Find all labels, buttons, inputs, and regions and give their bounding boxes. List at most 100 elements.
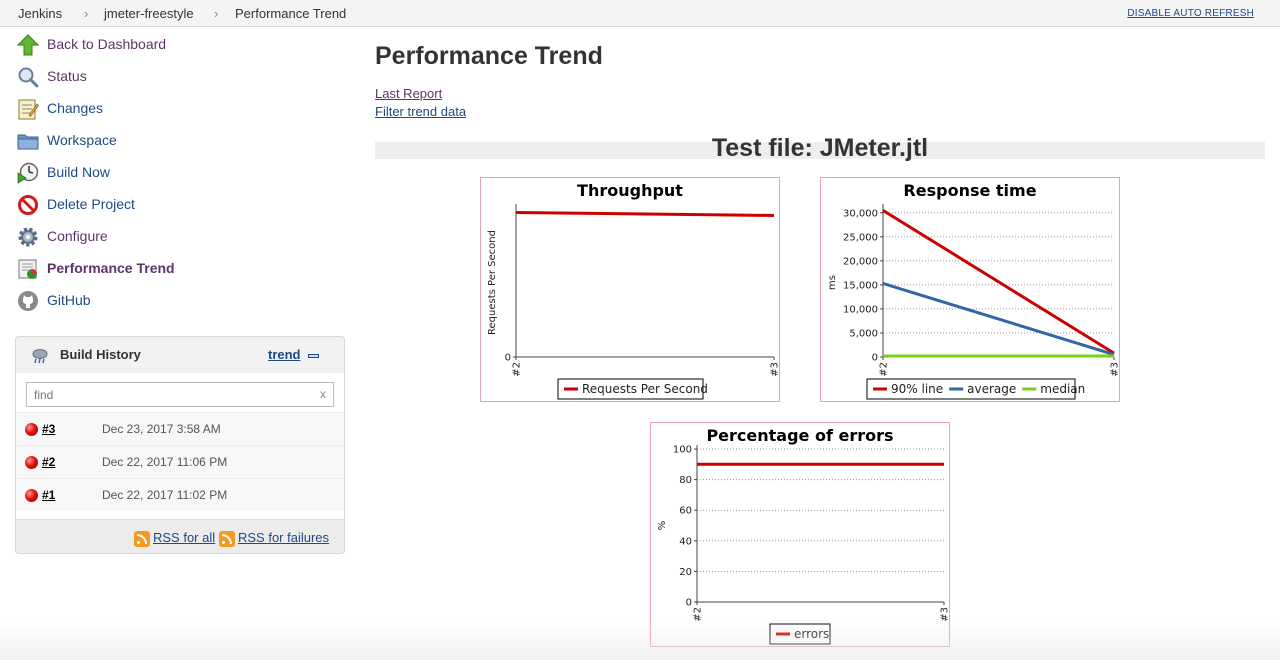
build-date[interactable]: Dec 22, 2017 11:02 PM bbox=[102, 488, 227, 502]
task-status[interactable]: Status bbox=[17, 64, 337, 90]
task-label: Performance Trend bbox=[47, 260, 175, 276]
failed-build-ball-icon bbox=[25, 423, 38, 436]
x-tick-label: #2 bbox=[693, 607, 704, 622]
rss-icon[interactable] bbox=[219, 531, 235, 547]
task-label: Status bbox=[47, 68, 87, 84]
task-back-to-dashboard[interactable]: Back to Dashboard bbox=[16, 32, 337, 58]
failed-build-ball-icon bbox=[25, 456, 38, 469]
task-github[interactable]: GitHub bbox=[17, 288, 337, 314]
build-link[interactable]: #2 bbox=[42, 455, 55, 469]
no-entry-icon bbox=[17, 194, 39, 216]
task-label: Workspace bbox=[47, 132, 117, 148]
build-link[interactable]: #3 bbox=[42, 422, 55, 436]
x-tick-label: #2 bbox=[512, 362, 523, 377]
y-axis-label: % bbox=[657, 521, 668, 531]
legend-label: median bbox=[1040, 382, 1085, 396]
disable-auto-refresh-link[interactable]: DISABLE AUTO REFRESH bbox=[1127, 8, 1254, 19]
throughput-chart[interactable]: Throughput 0 #2 #3 Requests Per Second Reques… bbox=[480, 177, 780, 402]
chart-title: Throughput bbox=[577, 181, 683, 200]
build-date[interactable]: Dec 23, 2017 3:58 AM bbox=[102, 422, 221, 436]
notepad-icon bbox=[17, 98, 39, 120]
build-history-title: Build History bbox=[60, 347, 141, 362]
y-tick-label: 40 bbox=[679, 536, 692, 547]
task-changes[interactable]: Changes bbox=[17, 96, 337, 122]
github-icon bbox=[17, 290, 39, 312]
build-history-panel: Build History trend x #3 Dec 23, 2017 3:… bbox=[15, 336, 345, 554]
task-workspace[interactable]: Workspace bbox=[17, 128, 337, 154]
y-axis-label: ms bbox=[827, 275, 838, 290]
y-tick-label: 30,000 bbox=[843, 208, 878, 219]
series-line-1 bbox=[882, 209, 1115, 355]
x-tick-label: #3 bbox=[940, 607, 950, 622]
errors-chart-svg: Percentage of errors 0 20 40 60 80 100 #2 #3% err… bbox=[657, 426, 950, 645]
x-tick-label: #3 bbox=[770, 362, 780, 377]
build-link[interactable]: #1 bbox=[42, 488, 55, 502]
breadcrumb-separator: › bbox=[84, 6, 89, 21]
filter-trend-data-link[interactable]: Filter trend data bbox=[375, 104, 466, 119]
task-label: GitHub bbox=[47, 292, 91, 308]
y-tick-label: 60 bbox=[679, 506, 692, 517]
legend-label: 90% line bbox=[891, 382, 943, 396]
task-label: Delete Project bbox=[47, 196, 135, 212]
build-row: #3 Dec 23, 2017 3:58 AM bbox=[16, 412, 344, 445]
performance-chart-icon bbox=[17, 258, 39, 280]
task-configure[interactable]: Configure bbox=[17, 224, 337, 250]
rss-icon[interactable] bbox=[134, 531, 150, 547]
y-tick-label: 5,000 bbox=[849, 328, 878, 339]
task-label: Changes bbox=[47, 100, 104, 116]
legend-label: Requests Per Second bbox=[582, 382, 708, 396]
task-label: Back to Dashboard bbox=[47, 36, 167, 52]
errors-chart[interactable]: Percentage of errors 0 20 40 60 80 100 #2 #3% err… bbox=[650, 422, 950, 647]
chart-title: Percentage of errors bbox=[706, 426, 893, 445]
build-history-footer: RSS for all RSS for failures bbox=[16, 519, 344, 553]
y-tick-label: 80 bbox=[679, 475, 692, 486]
rss-failures-link[interactable]: RSS for failures bbox=[238, 530, 329, 545]
legend-label: average bbox=[967, 382, 1016, 396]
task-delete-project[interactable]: Delete Project bbox=[17, 192, 337, 218]
build-history-trend-link[interactable]: trend bbox=[268, 347, 301, 362]
y-axis-label: Requests Per Second bbox=[487, 230, 498, 335]
build-history-header: Build History trend bbox=[16, 337, 344, 373]
test-file-title: Test file: JMeter.jtl bbox=[711, 134, 929, 162]
clock-play-icon bbox=[17, 162, 39, 184]
x-tick-label: #2 bbox=[879, 362, 890, 377]
breadcrumb-jenkins[interactable]: Jenkins bbox=[18, 6, 62, 21]
y-tick-label: 25,000 bbox=[843, 232, 878, 243]
task-performance-trend[interactable]: Performance Trend bbox=[17, 256, 337, 282]
y-tick-label: 100 bbox=[673, 445, 692, 456]
task-label: Build Now bbox=[47, 164, 111, 180]
gear-icon bbox=[17, 226, 39, 248]
breadcrumb-current[interactable]: Performance Trend bbox=[235, 6, 346, 21]
legend-label: errors bbox=[794, 627, 829, 641]
magnifier-icon bbox=[17, 66, 39, 88]
y-tick-label: 15,000 bbox=[843, 280, 878, 291]
collapse-icon[interactable] bbox=[308, 354, 319, 358]
response-time-chart-svg: Response time 0 5,000 10,000 15,000 20,000 25,… bbox=[827, 181, 1119, 400]
page-title: Performance Trend bbox=[375, 42, 603, 70]
up-arrow-icon bbox=[16, 34, 40, 56]
y-tick-label: 20,000 bbox=[843, 256, 878, 267]
build-date[interactable]: Dec 22, 2017 11:06 PM bbox=[102, 455, 227, 469]
rss-all-link[interactable]: RSS for all bbox=[153, 530, 215, 545]
clear-search-icon[interactable]: x bbox=[320, 387, 326, 401]
failed-build-ball-icon bbox=[25, 489, 38, 502]
y-tick-label: 0 bbox=[505, 353, 511, 364]
response-time-chart[interactable]: Response time 0 5,000 10,000 15,000 20,000 25,… bbox=[820, 177, 1120, 402]
window-bottom-shade bbox=[0, 618, 1280, 660]
task-label: Configure bbox=[47, 228, 108, 244]
series-line-1 bbox=[515, 210, 775, 217]
last-report-link[interactable]: Last Report bbox=[375, 86, 442, 101]
y-tick-label: 20 bbox=[679, 567, 692, 578]
y-tick-label: 0 bbox=[686, 598, 692, 609]
breadcrumb: Jenkins › jmeter-freestyle › Performance… bbox=[0, 0, 1280, 27]
y-tick-label: 10,000 bbox=[843, 304, 878, 315]
series-line-2 bbox=[882, 282, 1115, 357]
build-history-search-input[interactable] bbox=[26, 382, 334, 407]
breadcrumb-separator: › bbox=[214, 6, 219, 21]
task-build-now[interactable]: Build Now bbox=[17, 160, 337, 186]
cloud-rain-icon bbox=[30, 346, 50, 366]
throughput-chart-svg: Throughput 0#2 #3 Requests Per Second Reques… bbox=[487, 181, 780, 400]
folder-icon bbox=[17, 130, 39, 152]
build-row: #2 Dec 22, 2017 11:06 PM bbox=[16, 445, 344, 478]
breadcrumb-job[interactable]: jmeter-freestyle bbox=[104, 6, 194, 21]
